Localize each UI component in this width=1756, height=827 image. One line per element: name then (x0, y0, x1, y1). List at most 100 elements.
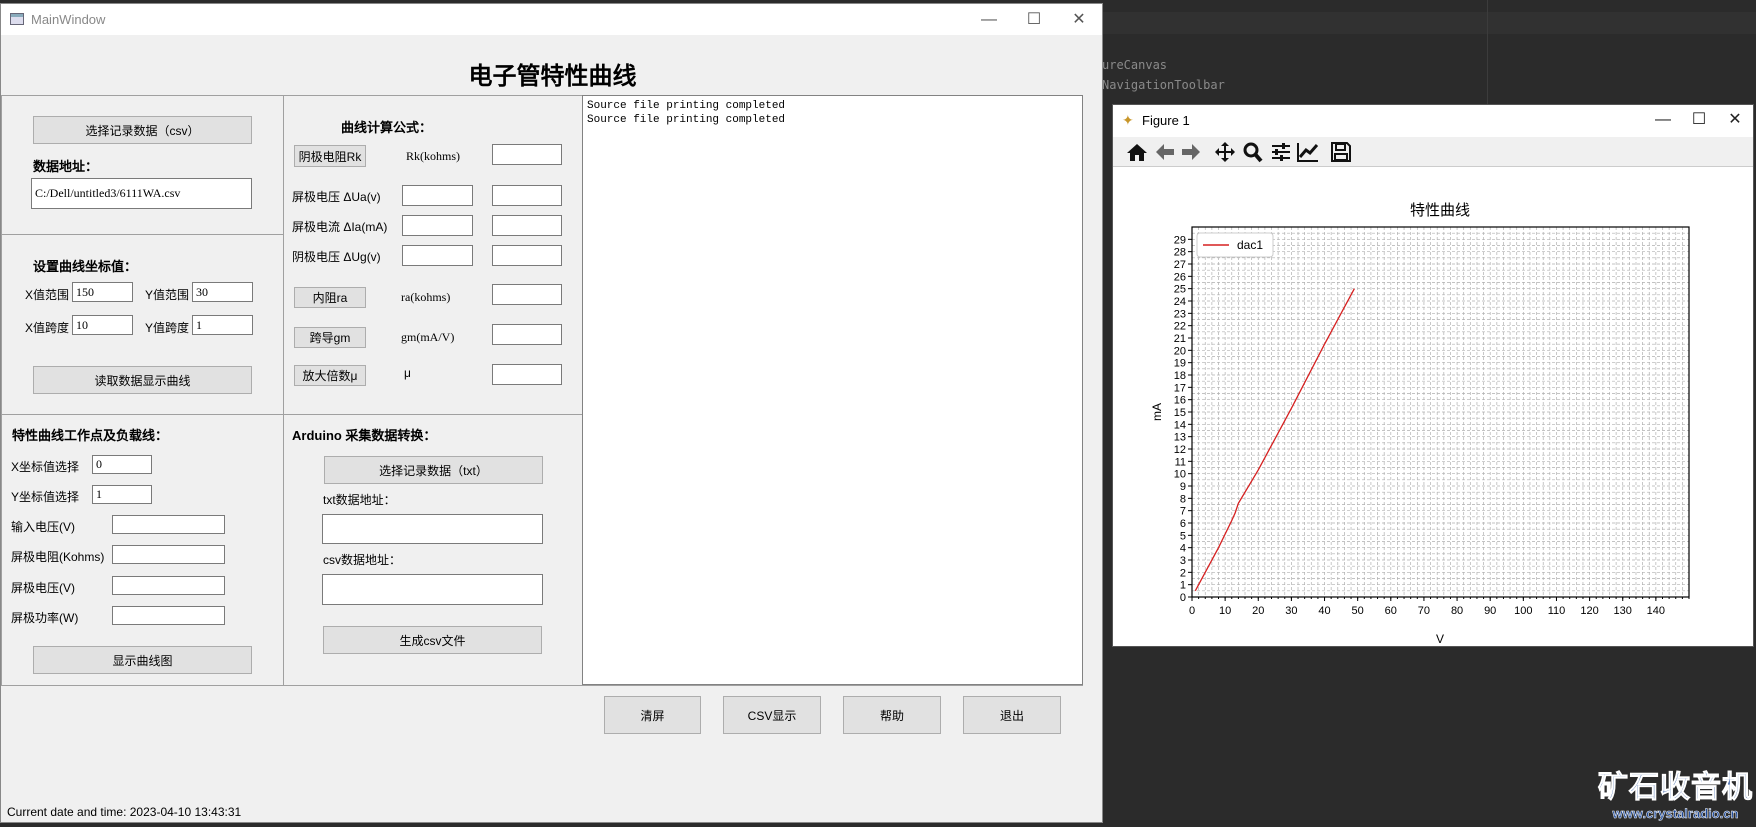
edit-axis-icon[interactable] (1296, 141, 1320, 163)
save-icon[interactable] (1329, 141, 1353, 163)
pan-icon[interactable] (1213, 141, 1237, 163)
formula-section-title: 曲线计算公式： (341, 120, 433, 135)
input-voltage-input[interactable] (112, 515, 225, 534)
page-title: 电子管特性曲线 (468, 61, 637, 90)
y-tick-label: 29 (1174, 234, 1186, 246)
zoom-icon[interactable] (1241, 141, 1265, 163)
select-txt-button[interactable]: 选择记录数据（txt） (324, 456, 543, 484)
y-tick-label: 16 (1174, 395, 1186, 407)
txt-address-input[interactable] (322, 514, 543, 544)
plate-power-input[interactable] (112, 606, 225, 625)
back-icon[interactable] (1153, 141, 1177, 163)
x-tick-label: 140 (1647, 605, 1665, 617)
y-step-label: Y值跨度 (145, 321, 190, 335)
y-select-label: Y坐标值选择 (11, 490, 80, 504)
ua-input-2[interactable] (492, 185, 562, 206)
ug-label: 阴极电压 ΔUg(v) (292, 250, 381, 264)
ra-button[interactable]: 内阻ra (294, 287, 366, 308)
plate-resistance-label: 屏极电阻(Kohms) (11, 550, 105, 564)
y-tick-label: 0 (1180, 592, 1186, 604)
arduino-section-title: Arduino 采集数据转换： (292, 428, 437, 443)
figure-minimize-button[interactable]: — (1643, 108, 1683, 132)
x-tick-label: 60 (1385, 605, 1397, 617)
rk-label: Rk(kohms) (406, 149, 460, 163)
select-csv-button[interactable]: 选择记录数据（csv） (33, 116, 252, 144)
x-step-input[interactable]: 10 (72, 315, 133, 335)
clear-screen-button[interactable]: 清屏 (604, 696, 701, 734)
plate-power-label: 屏极功率(W) (11, 611, 79, 625)
ug-input-2[interactable] (492, 245, 562, 266)
y-tick-label: 26 (1174, 271, 1186, 283)
maximize-button[interactable]: ☐ (1014, 8, 1054, 32)
home-icon[interactable] (1125, 141, 1149, 163)
forward-icon[interactable] (1179, 141, 1203, 163)
close-button[interactable]: ✕ (1059, 8, 1099, 32)
divider (1, 234, 283, 235)
x-select-input[interactable]: 0 (92, 455, 152, 474)
log-line: Source file printing completed (587, 114, 786, 126)
log-line: Source file printing completed (587, 100, 786, 112)
code-line: NavigationToolbar (1102, 78, 1225, 92)
txt-address-label: txt数据地址： (323, 493, 396, 507)
series-line-dac1 (1194, 288, 1355, 592)
mu-button[interactable]: 放大倍数μ (294, 365, 366, 386)
exit-button[interactable]: 退出 (963, 696, 1061, 734)
y-tick-label: 14 (1174, 419, 1186, 431)
x-tick-label: 70 (1418, 605, 1430, 617)
x-tick-label: 90 (1484, 605, 1496, 617)
app-icon (10, 13, 24, 25)
plate-resistance-input[interactable] (112, 545, 225, 564)
y-tick-label: 22 (1174, 321, 1186, 333)
figure-close-button[interactable]: ✕ (1715, 108, 1755, 132)
read-data-button[interactable]: 读取数据显示曲线 (33, 366, 252, 394)
plate-voltage-input[interactable] (112, 576, 225, 595)
y-tick-label: 25 (1174, 284, 1186, 296)
minimize-button[interactable]: — (969, 8, 1009, 32)
y-tick-label: 18 (1174, 370, 1186, 382)
y-axis-label: mA (1150, 403, 1164, 421)
figure-title: Figure 1 (1142, 113, 1190, 128)
ra-label: ra(kohms) (401, 290, 451, 304)
generate-csv-button[interactable]: 生成csv文件 (323, 626, 542, 654)
subplots-icon[interactable] (1269, 141, 1293, 163)
log-output[interactable]: Source file printing completed Source fi… (582, 95, 1083, 685)
ia-label: 屏极电流 ΔIa(mA) (292, 220, 388, 234)
ia-input-2[interactable] (492, 215, 562, 236)
ra-output[interactable] (492, 284, 562, 305)
x-tick-label: 110 (1548, 605, 1566, 617)
rk-button[interactable]: 阴极电阻Rk (294, 145, 366, 167)
y-tick-label: 15 (1174, 407, 1186, 419)
csv-address-input[interactable] (322, 574, 543, 605)
x-range-label: X值范围 (25, 288, 70, 302)
rk-output[interactable] (492, 144, 562, 165)
show-curve-button[interactable]: 显示曲线图 (33, 646, 252, 674)
y-tick-label: 21 (1174, 333, 1186, 345)
gm-output[interactable] (492, 324, 562, 345)
csv-display-button[interactable]: CSV显示 (723, 696, 821, 734)
x-step-label: X值跨度 (25, 321, 70, 335)
help-button[interactable]: 帮助 (843, 696, 941, 734)
data-address-input[interactable]: C:/Dell/untitled3/6111WA.csv (31, 178, 252, 209)
ia-input-1[interactable] (402, 215, 473, 236)
figure-maximize-button[interactable]: ☐ (1679, 108, 1719, 132)
y-select-input[interactable]: 1 (92, 485, 152, 504)
figure-title-bar: ✦ Figure 1 — ☐ ✕ (1113, 105, 1753, 136)
y-tick-label: 20 (1174, 345, 1186, 357)
y-tick-label: 13 (1174, 432, 1186, 444)
gm-button[interactable]: 跨导gm (294, 327, 366, 348)
y-range-input[interactable]: 30 (192, 282, 253, 302)
mu-output[interactable] (492, 364, 562, 385)
ua-input-1[interactable] (402, 185, 473, 206)
y-tick-label: 1 (1180, 580, 1186, 592)
ug-input-1[interactable] (402, 245, 473, 266)
x-range-input[interactable]: 150 (72, 282, 133, 302)
main-window: MainWindow — ☐ ✕ 电子管特性曲线 选择记录数据（csv） 数据地… (0, 3, 1103, 823)
y-tick-label: 17 (1174, 382, 1186, 394)
x-tick-label: 30 (1285, 605, 1297, 617)
plate-voltage-label: 屏极电压(V) (11, 581, 75, 595)
input-voltage-label: 输入电压(V) (11, 520, 75, 534)
characteristic-chart[interactable]: 0 10 20 30 40 50 60 70 80 90 100 110 120 130 140012345… (1113, 167, 1753, 647)
datetime-value: 2023-04-10 13:43:31 (129, 805, 242, 819)
y-step-input[interactable]: 1 (192, 315, 253, 335)
watermark-url: www.crystalradio.cn (1612, 806, 1739, 822)
